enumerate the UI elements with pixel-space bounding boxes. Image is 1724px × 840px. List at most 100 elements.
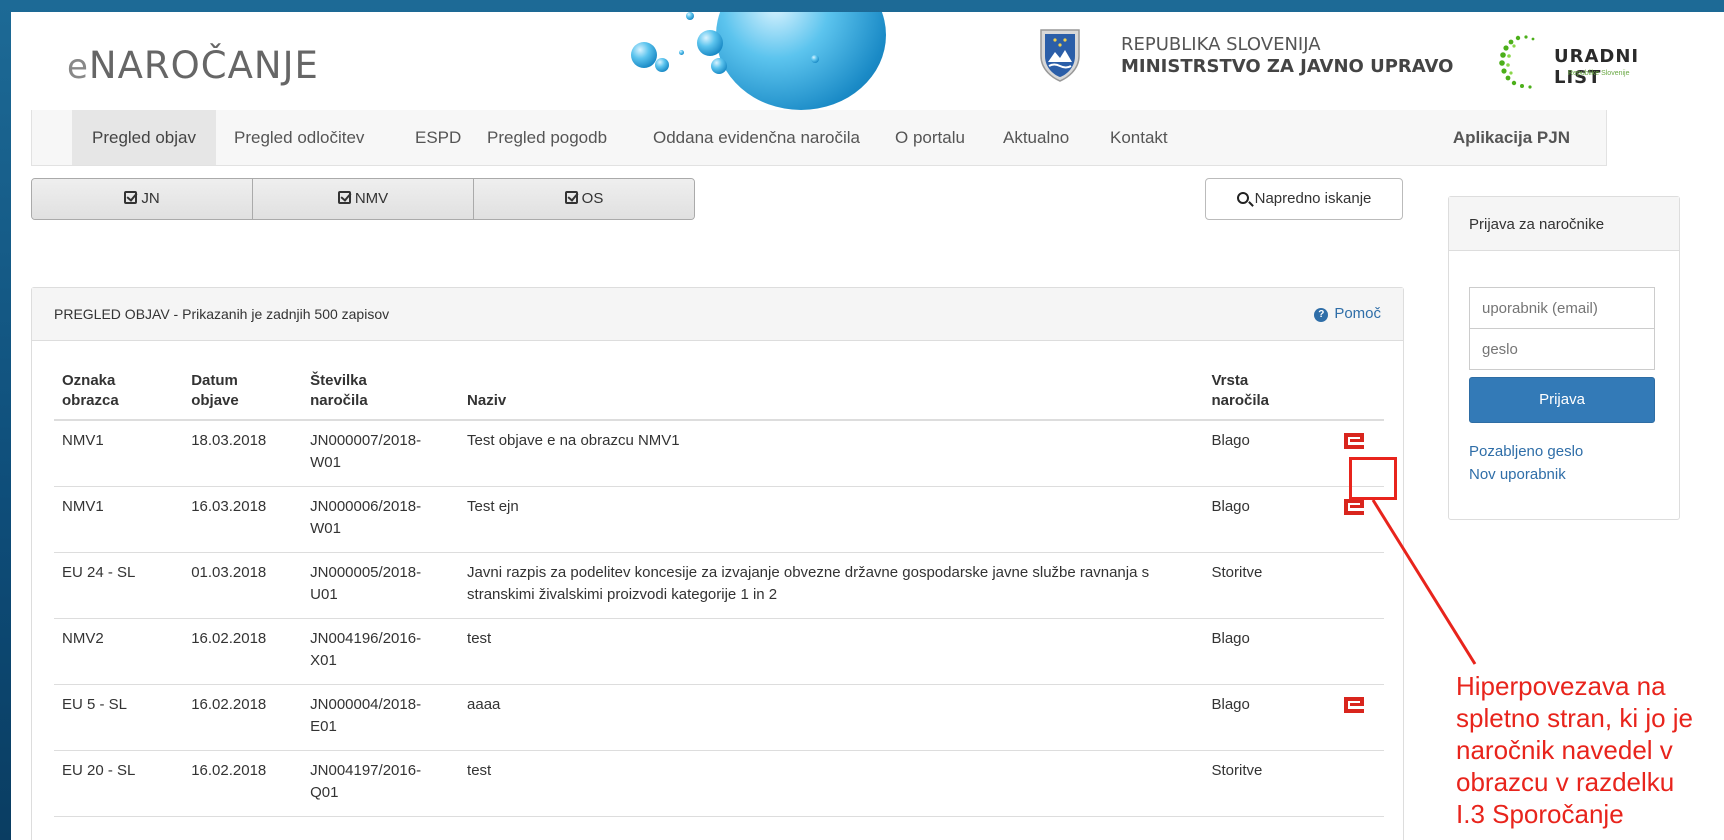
annotation-text: Hiperpovezava na spletno stran, ki jo je… [1456,671,1694,829]
filter-jn[interactable]: JN [32,179,253,219]
cell-oznaka: EU 20 - SL [54,750,184,817]
cell-stevilka: JN004196/2016- X01 [302,618,460,685]
panel-title: PREGLED OBJAV - Prikazanih je zadnjih 50… [54,306,390,322]
cell-vrsta: Storitve [1203,552,1323,619]
cell-stevilka: JN000005/2018- U01 [302,552,460,619]
cell-datum: 01.03.2018 [183,552,303,619]
checkbox-icon [337,191,351,204]
cell-oznaka: EU 24 - SL [54,552,184,619]
advanced-search-label: Napredno iskanje [1254,190,1372,207]
cell-link [1322,684,1384,751]
cell-oznaka: NMV2 [54,618,184,685]
nav-item-kontakt[interactable]: Kontakt [1110,110,1168,165]
cell-vrsta: Blago [1203,420,1323,487]
col-stevilka[interactable]: Številka naročila [302,363,460,421]
e-link-icon[interactable] [1344,696,1365,713]
ministry-line1: REPUBLIKA SLOVENIJA [1121,34,1321,55]
wreath-icon [1499,35,1535,89]
cell-naziv[interactable]: aaaa [459,684,1204,751]
table-row[interactable]: EU 5 - SL 16.02.2018 JN000004/2018- E01 a… [54,684,1384,751]
notices-panel: PREGLED OBJAV - Prikazanih je zadnjih 50… [31,287,1404,840]
username-input[interactable] [1469,287,1655,329]
nav-item-pregled-odlocitev[interactable]: Pregled odločitev [234,110,364,165]
filter-nmv-label: NMV [354,190,389,207]
cell-naziv[interactable]: test [459,750,1204,817]
cell-naziv[interactable]: test [459,618,1204,685]
table-row[interactable]: EU 24 - SL 01.03.2018 JN000005/2018- U01 … [54,552,1384,619]
cell-datum: 18.03.2018 [183,420,303,487]
ministry-line2: MINISTRSTVO ZA JAVNO UPRAVO [1121,56,1454,77]
annotation-highlight-box [1349,457,1397,500]
site-header: eNAROČANJE REPUBLIKA SLOVENIJA MINISTRST… [11,12,1724,110]
cell-datum: 16.02.2018 [183,750,303,817]
cell-vrsta: Blago [1203,618,1323,685]
cell-datum: 16.03.2018 [183,486,303,553]
question-icon: ? [1314,308,1329,322]
table-row[interactable]: NMV1 18.03.2018 JN000007/2018- W01 Test o… [54,420,1384,487]
nav-item-pregled-objav[interactable]: Pregled objav [72,110,216,165]
panel-header: PREGLED OBJAV - Prikazanih je zadnjih 50… [32,288,1403,341]
forgot-password-link[interactable]: Pozabljeno geslo [1469,443,1583,460]
cell-datum: 16.02.2018 [183,618,303,685]
password-input[interactable] [1469,328,1655,370]
enarocanje-logo[interactable]: eNAROČANJE [67,44,319,87]
col-link [1322,363,1384,421]
table-row[interactable]: NMV1 16.03.2018 JN000006/2018- W01 Test e… [54,486,1384,553]
advanced-search-button[interactable]: Napredno iskanje [1205,178,1403,220]
col-vrsta[interactable]: Vrsta naročila [1203,363,1323,421]
cell-vrsta: Blago [1203,486,1323,553]
cell-oznaka: NMV1 [54,420,184,487]
cell-stevilka: JN000007/2018- W01 [302,420,460,487]
cell-naziv[interactable]: Javni razpis za podelitev koncesije za i… [459,552,1204,619]
nav-item-aktualno[interactable]: Aktualno [1003,110,1069,165]
cell-stevilka: JN000006/2018- W01 [302,486,460,553]
table-row[interactable]: EU 20 - SL 16.02.2018 JN004197/2016- Q01 … [54,750,1384,817]
filter-jn-label: JN [141,190,160,207]
nav-item-o-portalu[interactable]: O portalu [895,110,965,165]
bubbles-graphic [591,12,971,110]
nav-item-aplikacija-pjn[interactable]: Aplikacija PJN [1453,110,1570,165]
e-link-icon[interactable] [1344,433,1365,449]
col-naziv[interactable]: Naziv [459,363,1204,421]
logo-e: e [67,47,89,87]
page-frame: eNAROČANJE REPUBLIKA SLOVENIJA MINISTRST… [11,12,1724,840]
annotation-arrow [1371,499,1477,665]
cell-link [1322,750,1384,817]
col-oznaka[interactable]: Oznaka obrazca [54,363,184,421]
checkbox-icon [124,191,138,204]
login-title: Prijava za naročnike [1449,197,1679,251]
help-label: Pomoč [1334,305,1381,322]
cell-oznaka: EU 5 - SL [54,684,184,751]
type-filter-group: JN NMV OS [31,178,695,220]
filter-os[interactable]: OS [474,179,694,219]
cell-naziv[interactable]: Test objave e na obrazcu NMV1 [459,420,1204,487]
checkbox-icon [564,191,578,204]
search-icon [1236,192,1249,204]
ministry-label: REPUBLIKA SLOVENIJA MINISTRSTVO ZA JAVNO… [1121,34,1453,78]
col-datum[interactable]: Datum objave [183,363,303,421]
login-panel: Prijava za naročnike Prijava Pozabljeno … [1448,196,1680,520]
cell-vrsta: Blago [1203,684,1323,751]
cell-naziv[interactable]: Test ejn [459,486,1204,553]
filter-nmv[interactable]: NMV [253,179,474,219]
cell-oznaka: NMV1 [54,486,184,553]
uradni-list-subtitle: Republike Slovenije [1568,70,1630,77]
nav-item-espd[interactable]: ESPD [415,110,461,165]
filter-os-label: OS [581,190,604,207]
slovenia-coat-of-arms-icon [1040,29,1080,82]
table-row[interactable]: NMV2 16.02.2018 JN004196/2016- X01 test B… [54,618,1384,685]
cell-stevilka: JN000004/2018- E01 [302,684,460,751]
nav-item-oddana-evidencna-narocila[interactable]: Oddana evidenčna naročila [653,110,860,165]
cell-datum: 16.02.2018 [183,684,303,751]
logo-text: NAROČANJE [88,44,319,87]
cell-vrsta: Storitve [1203,750,1323,817]
cell-stevilka: JN004197/2016- Q01 [302,750,460,817]
e-link-icon[interactable] [1344,498,1365,515]
new-user-link[interactable]: Nov uporabnik [1469,466,1566,483]
login-button[interactable]: Prijava [1469,377,1655,423]
help-link[interactable]: ? Pomoč [1314,305,1381,322]
nav-item-pregled-pogodb[interactable]: Pregled pogodb [487,110,607,165]
notices-table: Oznaka obrazca Datum objave Številka naroči… [54,363,1384,817]
uradni-list-logo[interactable]: URADNI LIST Republike Slovenije [1496,32,1666,92]
uradni-list-text: URADNI LIST [1554,46,1640,88]
